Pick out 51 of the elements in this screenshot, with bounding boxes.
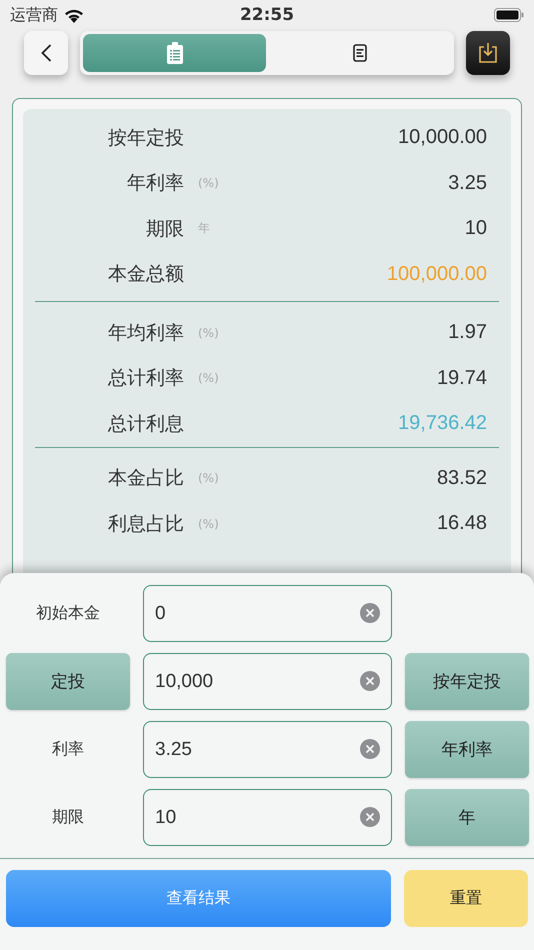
input-field[interactable]: 3.25 [143, 721, 392, 778]
result-label: 按年定投 [108, 126, 184, 151]
result-label: 年利率 [127, 171, 184, 196]
result-value: 3.25 [448, 172, 487, 195]
unit-label: 年 [197, 220, 210, 238]
clear-icon[interactable] [360, 807, 380, 827]
unit-label: (%) [197, 176, 219, 190]
reset-button[interactable]: 重置 [404, 870, 528, 927]
unit-label: (%) [197, 371, 219, 386]
field-label: 利率 [52, 739, 84, 760]
unit-label: (%) [197, 471, 219, 486]
result-label: 总计利率 [108, 366, 184, 392]
result-value: 1.97 [448, 321, 487, 344]
result-value: 83.52 [436, 466, 487, 490]
option-button[interactable]: 年利率 [405, 721, 529, 778]
result-value: 16.48 [436, 512, 487, 536]
clear-icon[interactable] [360, 671, 380, 691]
clipboard-icon [166, 42, 182, 64]
wifi-icon [64, 8, 84, 22]
carrier-name: 运营商 [10, 4, 58, 26]
input-field[interactable]: 10 [143, 789, 392, 846]
input-field[interactable]: 0 [143, 585, 392, 642]
field-label: 期限 [52, 807, 84, 828]
result-value: 100,000.00 [386, 262, 487, 286]
option-button[interactable]: 年 [405, 789, 529, 846]
input-field[interactable]: 10,000 [143, 653, 392, 710]
option-button[interactable]: 按年定投 [405, 653, 529, 710]
unit-label: (%) [197, 516, 219, 531]
result-label: 本金占比 [108, 466, 184, 492]
unit-label: (%) [197, 326, 219, 340]
back-icon [40, 44, 52, 62]
back-button[interactable] [24, 31, 68, 75]
battery-icon [494, 8, 524, 22]
result-label: 年均利率 [108, 320, 184, 346]
result-label: 利息占比 [108, 512, 184, 537]
field-label: 初始本金 [36, 603, 100, 624]
clock-time: 22:55 [240, 5, 294, 25]
view-tab[interactable] [83, 34, 266, 72]
document-icon [352, 44, 366, 62]
result-value: 19.74 [436, 366, 487, 390]
result-value: 10 [464, 217, 487, 240]
result-value: 19,736.42 [398, 412, 487, 436]
mode-button[interactable]: 定投 [6, 653, 130, 710]
result-value: 10,000.00 [398, 126, 487, 150]
result-label: 期限 [146, 216, 184, 242]
clear-icon[interactable] [360, 739, 380, 759]
clear-icon[interactable] [360, 603, 380, 623]
result-label: 总计利息 [108, 412, 184, 437]
result-label: 本金总额 [108, 262, 184, 288]
export-icon [478, 42, 498, 64]
export-button[interactable] [466, 31, 510, 75]
